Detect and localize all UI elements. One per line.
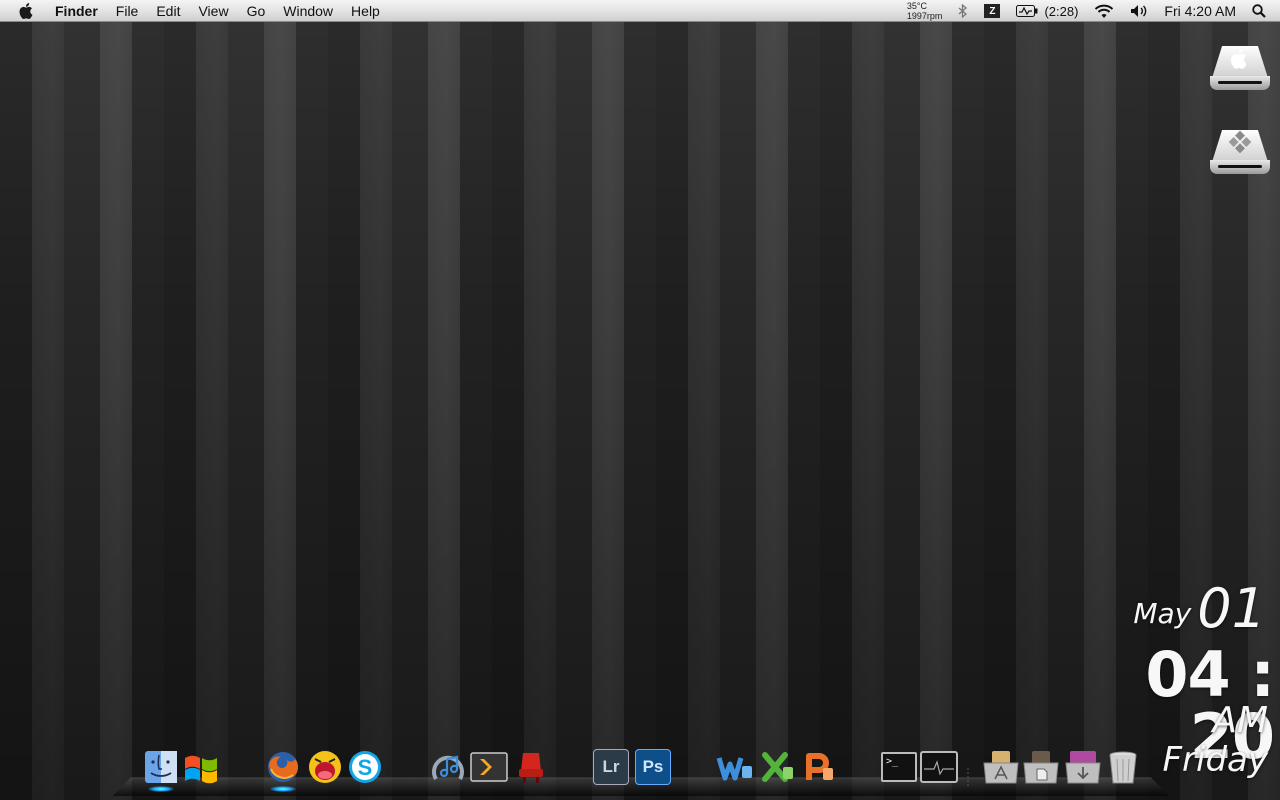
battery-icon	[1016, 5, 1038, 17]
clock-day: 01	[1197, 577, 1266, 640]
excel-icon	[762, 752, 793, 782]
input-menu-icon[interactable]: Z	[976, 0, 1008, 22]
dock-terminal-icon[interactable]: >_	[880, 748, 918, 786]
dock-lightroom-icon[interactable]: Lr	[592, 748, 630, 786]
dock-activity-monitor-icon[interactable]	[920, 748, 958, 786]
dock-separator[interactable]	[966, 768, 970, 788]
menu-view[interactable]: View	[189, 0, 237, 22]
dock-powerpoint-icon[interactable]	[800, 748, 838, 786]
itunes-icon	[432, 755, 464, 781]
dock-documents-stack[interactable]	[1022, 748, 1060, 786]
terminal-icon: >_	[881, 752, 917, 782]
dock-finder-icon[interactable]	[142, 748, 180, 792]
bluetooth-icon[interactable]	[950, 0, 976, 22]
dock-applications-stack[interactable]	[982, 748, 1020, 786]
svg-text:S: S	[358, 755, 373, 780]
front-row-icon	[519, 753, 543, 783]
windows-logo-icon	[1228, 130, 1252, 159]
applications-stack-icon	[983, 751, 1019, 784]
running-indicator	[270, 786, 296, 792]
dock-downloads-stack[interactable]	[1064, 748, 1102, 786]
dock-trash-icon[interactable]	[1104, 748, 1142, 786]
menu-help[interactable]: Help	[342, 0, 389, 22]
dock-plex-icon[interactable]	[470, 748, 508, 786]
clock-date: May 01	[1133, 582, 1266, 636]
dock-photoshop-icon[interactable]: Ps	[634, 748, 672, 786]
battery-status[interactable]: (2:28)	[1008, 0, 1086, 22]
menu-left: Finder File Edit View Go Window Help	[0, 0, 389, 22]
clock-month: May	[1133, 597, 1192, 630]
photoshop-icon: Ps	[635, 749, 671, 785]
clock-weekday: Friday	[1162, 740, 1268, 780]
dock-windows-icon[interactable]	[182, 748, 220, 786]
downloads-stack-icon	[1065, 751, 1101, 784]
drive-base	[1210, 76, 1270, 90]
powerpoint-icon	[806, 753, 833, 780]
temperature-fan-widget[interactable]: 35°C 1997rpm	[907, 1, 951, 21]
menu-bar: Finder File Edit View Go Window Help 35°…	[0, 0, 1280, 22]
apple-logo-icon	[1230, 48, 1250, 75]
menu-edit[interactable]: Edit	[147, 0, 189, 22]
dock-adium-icon[interactable]	[306, 748, 344, 786]
activity-monitor-icon	[920, 751, 958, 783]
wifi-icon[interactable]	[1086, 0, 1122, 22]
battery-time: (2:28)	[1044, 3, 1079, 19]
menu-extras: 35°C 1997rpm Z (2:28) Fri 4:20 AM	[907, 0, 1280, 22]
trash-icon	[1109, 751, 1137, 784]
running-indicator	[148, 786, 174, 792]
dock-front-row-icon[interactable]	[512, 748, 550, 786]
dock-excel-icon[interactable]	[758, 748, 796, 786]
desktop-drive-mac[interactable]	[1208, 36, 1272, 96]
skype-icon: S	[349, 751, 381, 783]
temperature-readout: 35°C	[906, 1, 928, 11]
menu-file[interactable]: File	[107, 0, 148, 22]
menu-window[interactable]: Window	[274, 0, 342, 22]
app-menu-finder[interactable]: Finder	[46, 0, 107, 22]
dock-itunes-icon[interactable]	[430, 748, 468, 786]
menu-go[interactable]: Go	[238, 0, 275, 22]
clock-ampm: AM	[1212, 700, 1268, 741]
apple-menu-icon[interactable]	[8, 0, 46, 22]
volume-icon[interactable]	[1122, 0, 1156, 22]
menubar-clock[interactable]: Fri 4:20 AM	[1156, 0, 1244, 22]
dock-firefox-icon[interactable]	[264, 748, 302, 792]
desktop-drive-windows[interactable]	[1208, 120, 1272, 180]
fan-speed-readout: 1997rpm	[906, 11, 943, 21]
dock-skype-icon[interactable]: S	[346, 748, 384, 786]
finder-icon	[145, 751, 177, 783]
firefox-icon	[268, 752, 298, 782]
word-icon	[716, 757, 752, 781]
documents-stack-icon	[1023, 751, 1059, 784]
dock-word-icon[interactable]	[716, 748, 754, 786]
windows-icon	[185, 755, 217, 784]
spotlight-icon[interactable]	[1244, 0, 1280, 22]
drive-base	[1210, 160, 1270, 174]
plex-icon	[470, 752, 508, 782]
adium-icon	[309, 751, 341, 783]
lightroom-icon: Lr	[593, 749, 629, 785]
